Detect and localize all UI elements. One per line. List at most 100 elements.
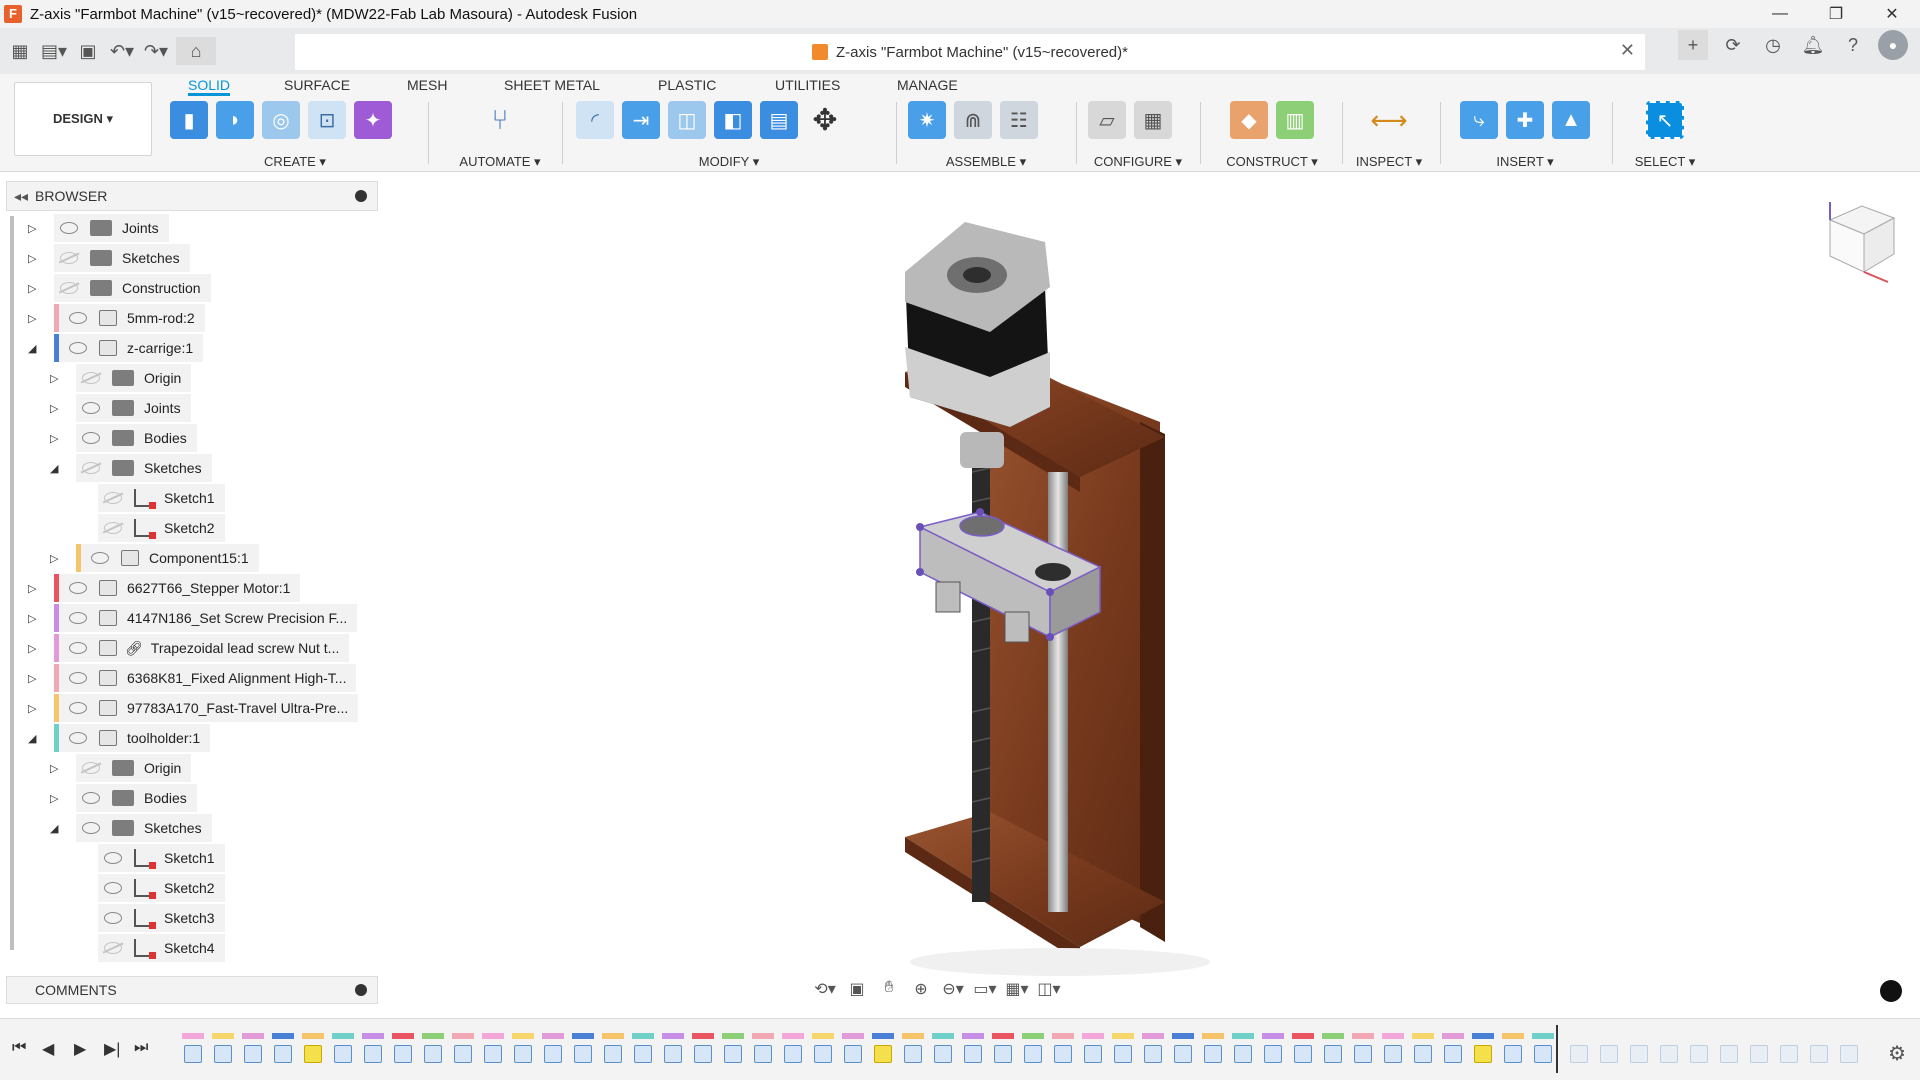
- expand-triangle-icon[interactable]: ▷: [28, 222, 36, 235]
- timeline-feature-icon[interactable]: [722, 1033, 744, 1063]
- combine-icon[interactable]: ◧: [714, 101, 752, 139]
- configure-icon[interactable]: ▱: [1088, 101, 1126, 139]
- close-window-icon[interactable]: ✕: [1864, 4, 1920, 24]
- add-comment-icon[interactable]: [355, 984, 367, 996]
- timeline-feature-icon[interactable]: [662, 1033, 684, 1063]
- browser-tree-item[interactable]: ▷ Bodies: [50, 784, 197, 812]
- tab-plastic[interactable]: PLASTIC: [658, 74, 716, 96]
- browser-tree-item[interactable]: ▷ Joints: [28, 214, 169, 242]
- visibility-eye-icon[interactable]: [82, 402, 100, 414]
- shell-icon[interactable]: ◫: [668, 101, 706, 139]
- fillet-icon[interactable]: ◜: [576, 101, 614, 139]
- browser-tree-item[interactable]: ▷ Bodies: [50, 424, 197, 452]
- tab-sheet-metal[interactable]: SHEET METAL: [504, 74, 600, 96]
- visibility-eye-icon[interactable]: [82, 792, 100, 804]
- timeline-feature-icon[interactable]: [902, 1033, 924, 1063]
- go-to-start-icon[interactable]: ⏮: [12, 1039, 26, 1057]
- hidden-eye-icon[interactable]: [104, 492, 122, 504]
- modify-menu[interactable]: MODIFY ▾: [576, 154, 882, 170]
- timeline-feature-icon[interactable]: [1022, 1033, 1044, 1063]
- pan-hand-icon[interactable]: ✋︎: [876, 979, 902, 1001]
- timeline-feature-icon[interactable]: [542, 1033, 564, 1063]
- insert-derive-icon[interactable]: ⤷: [1460, 101, 1498, 139]
- browser-tree-item[interactable]: ◢ toolholder:1: [28, 724, 211, 752]
- bom-icon[interactable]: ☷: [1000, 101, 1038, 139]
- browser-tree-item[interactable]: ▷ Origin: [50, 754, 192, 782]
- browser-tree-item[interactable]: ▷ 6368K81_Fixed Alignment High-T...: [28, 664, 357, 692]
- orbit-icon[interactable]: ⟲▾: [812, 979, 838, 1001]
- undo-icon[interactable]: ↶▾: [108, 37, 136, 65]
- expand-triangle-icon[interactable]: ▷: [50, 372, 58, 385]
- visibility-eye-icon[interactable]: [69, 342, 87, 354]
- midplane-icon[interactable]: ▥: [1276, 101, 1314, 139]
- expand-triangle-icon[interactable]: ▷: [28, 582, 36, 595]
- insert-mcmaster-icon[interactable]: ✚: [1506, 101, 1544, 139]
- insert-menu[interactable]: INSERT ▾: [1450, 154, 1600, 170]
- tab-utilities[interactable]: UTILITIES: [775, 74, 840, 96]
- create-menu[interactable]: CREATE ▾: [170, 154, 420, 170]
- browser-scrollbar[interactable]: [10, 216, 14, 950]
- browser-tree-item[interactable]: Sketch2: [98, 874, 225, 902]
- timeline-feature-icon[interactable]: [872, 1033, 894, 1063]
- expand-triangle-icon[interactable]: ▷: [50, 402, 58, 415]
- workspace-switcher[interactable]: DESIGN ▾: [14, 82, 152, 156]
- hidden-eye-icon[interactable]: [82, 462, 100, 474]
- browser-tree-item[interactable]: Sketch1: [98, 484, 225, 512]
- hidden-eye-icon[interactable]: [82, 372, 100, 384]
- redo-icon[interactable]: ↷▾: [142, 37, 170, 65]
- timeline-feature-icon[interactable]: [362, 1033, 384, 1063]
- timeline-feature-icon[interactable]: [1082, 1033, 1104, 1063]
- hidden-eye-icon[interactable]: [60, 282, 78, 294]
- timeline-feature-icon[interactable]: [1262, 1033, 1284, 1063]
- collapse-browser-icon[interactable]: ◂◂: [7, 188, 35, 205]
- browser-tree-item[interactable]: ▷ 4147N186_Set Screw Precision F...: [28, 604, 358, 632]
- expand-triangle-icon[interactable]: ▷: [28, 642, 36, 655]
- new-component-star-icon[interactable]: ✷: [908, 101, 946, 139]
- browser-tree-item[interactable]: Sketch2: [98, 514, 225, 542]
- timeline-suppressed-feature-icon[interactable]: [1778, 1033, 1800, 1063]
- visibility-eye-icon[interactable]: [104, 852, 122, 864]
- view-cube[interactable]: [1818, 196, 1898, 286]
- browser-tree-item[interactable]: ▷ Joints: [50, 394, 191, 422]
- play-icon[interactable]: ▶: [74, 1039, 86, 1059]
- document-tab[interactable]: Z-axis "Farmbot Machine" (v15~recovered)…: [295, 34, 1645, 70]
- collapse-triangle-icon[interactable]: ◢: [50, 462, 58, 475]
- visibility-eye-icon[interactable]: [69, 582, 87, 594]
- timeline-suppressed-feature-icon[interactable]: [1568, 1033, 1590, 1063]
- step-back-icon[interactable]: ◀: [42, 1039, 54, 1059]
- timeline-feature-icon[interactable]: [812, 1033, 834, 1063]
- timeline-feature-icon[interactable]: [1052, 1033, 1074, 1063]
- timeline-feature-icon[interactable]: [992, 1033, 1014, 1063]
- browser-tree-item[interactable]: ▷ Construction: [28, 274, 211, 302]
- timeline-suppressed-feature-icon[interactable]: [1658, 1033, 1680, 1063]
- expand-triangle-icon[interactable]: ▷: [28, 612, 36, 625]
- timeline-marker[interactable]: [1556, 1025, 1558, 1073]
- timeline-feature-icon[interactable]: [782, 1033, 804, 1063]
- timeline-feature-icon[interactable]: [602, 1033, 624, 1063]
- move-icon[interactable]: ✥: [806, 101, 844, 139]
- help-icon[interactable]: ?: [1838, 30, 1868, 60]
- extrude-icon[interactable]: ◗: [216, 101, 254, 139]
- browser-tree-item[interactable]: Sketch4: [98, 934, 225, 962]
- timeline-feature-icon[interactable]: [332, 1033, 354, 1063]
- timeline-feature-icon[interactable]: [182, 1033, 204, 1063]
- look-at-icon[interactable]: ▣: [844, 979, 870, 1001]
- configure-menu[interactable]: CONFIGURE ▾: [1088, 154, 1188, 170]
- notifications-bell-icon[interactable]: 🔔︎: [1798, 30, 1828, 60]
- browser-tree-item[interactable]: ◢ z-carrige:1: [28, 334, 204, 362]
- joint-icon[interactable]: ⋒: [954, 101, 992, 139]
- grid-settings-icon[interactable]: ▦▾: [1004, 979, 1030, 1001]
- create-sketch-icon[interactable]: ⊡: [308, 101, 346, 139]
- hidden-eye-icon[interactable]: [104, 942, 122, 954]
- timeline-suppressed-feature-icon[interactable]: [1718, 1033, 1740, 1063]
- close-tab-icon[interactable]: ✕: [1620, 40, 1635, 61]
- assemble-menu[interactable]: ASSEMBLE ▾: [908, 154, 1064, 170]
- visibility-eye-icon[interactable]: [69, 312, 87, 324]
- browser-tree-item[interactable]: ▷ Sketches: [28, 244, 190, 272]
- visibility-eye-icon[interactable]: [104, 882, 122, 894]
- timeline-feature-icon[interactable]: [1202, 1033, 1224, 1063]
- timeline-feature-icon[interactable]: [1322, 1033, 1344, 1063]
- timeline-feature-icon[interactable]: [452, 1033, 474, 1063]
- apps-grid-icon[interactable]: ▦: [6, 37, 34, 65]
- timeline-feature-icon[interactable]: [1382, 1033, 1404, 1063]
